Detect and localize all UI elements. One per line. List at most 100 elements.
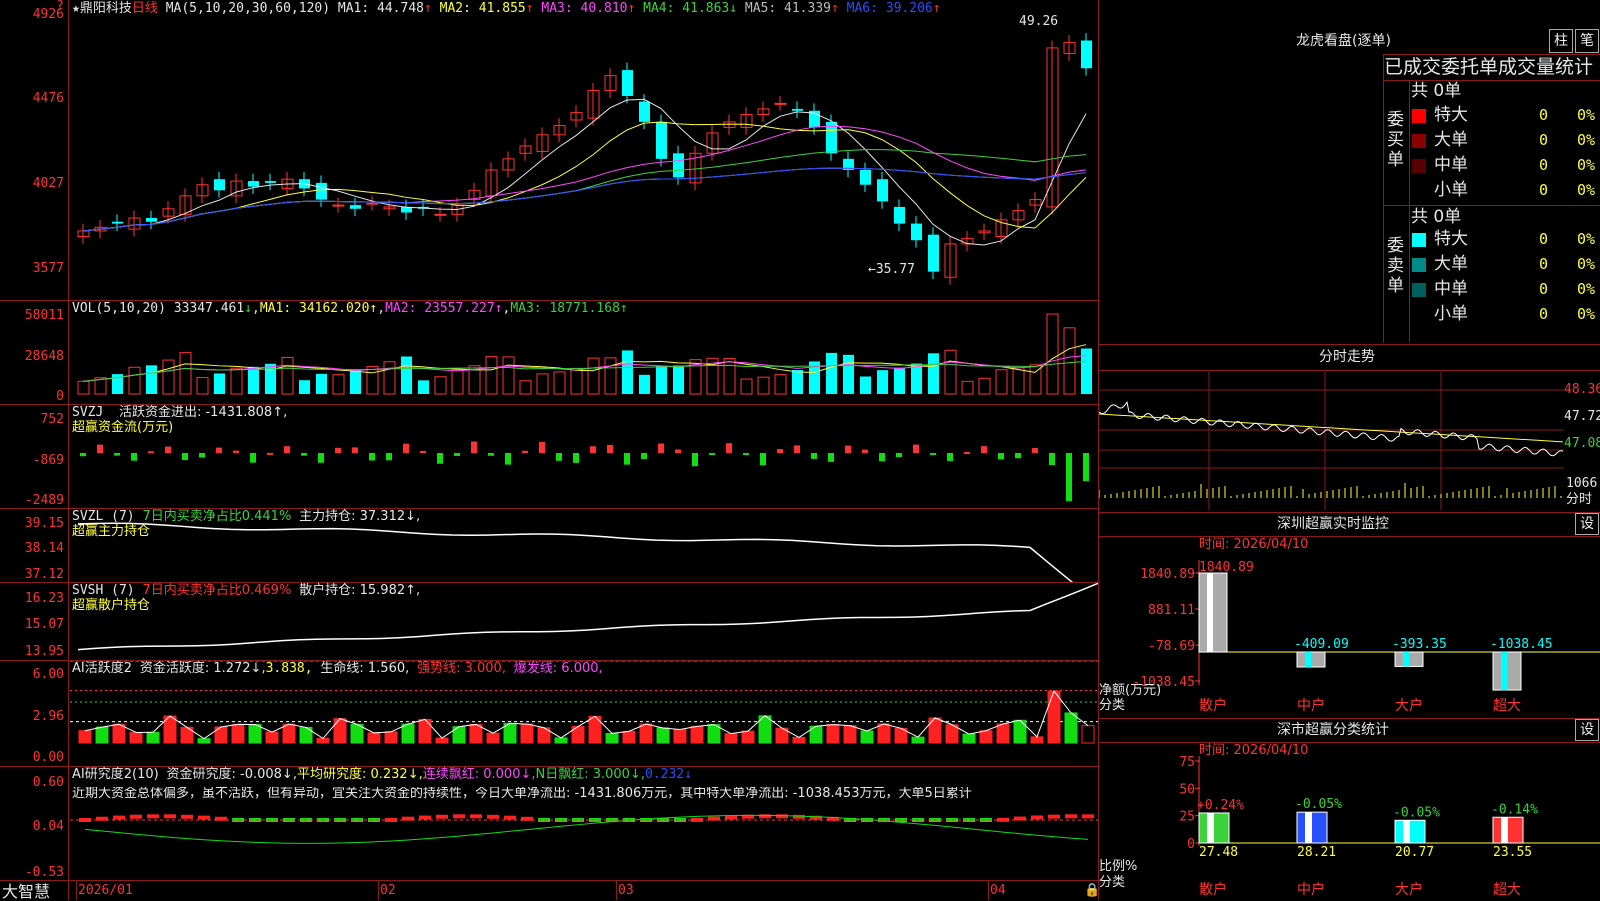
research-bar bbox=[181, 814, 193, 819]
capital-flow-chart[interactable] bbox=[70, 405, 1098, 508]
activity-bar bbox=[129, 731, 143, 744]
activity-bar bbox=[656, 727, 670, 744]
retail-holding-chart[interactable] bbox=[70, 583, 1098, 660]
ma-value: MA3: 40.810 bbox=[533, 1, 628, 16]
x-date-label: 03 bbox=[618, 883, 634, 898]
divider bbox=[1099, 536, 1600, 537]
activity-bar bbox=[486, 732, 500, 744]
net-amount-chart[interactable]: 1840.89 881.11 -78.69 -1038.45 1840.89 -409.0… bbox=[1099, 540, 1600, 715]
flow-bar bbox=[981, 446, 987, 453]
flow-bar bbox=[726, 443, 732, 453]
category-name: 中户 bbox=[1297, 698, 1325, 714]
activity-bar bbox=[690, 725, 704, 744]
flow-bar bbox=[913, 444, 919, 453]
y-tick-label: 6.00 bbox=[32, 667, 64, 682]
flow-bar bbox=[556, 453, 562, 461]
flow-bar bbox=[641, 453, 647, 459]
order-size-label: 大单 bbox=[1434, 254, 1468, 274]
sz-monitor-settings-button[interactable]: 设 bbox=[1575, 513, 1599, 535]
activity-bar bbox=[418, 718, 432, 744]
y-tick-label: 0 bbox=[1187, 837, 1195, 852]
volume-bar bbox=[77, 380, 90, 395]
flow-bar bbox=[454, 453, 460, 456]
settings-icon[interactable]: ? bbox=[56, 0, 64, 14]
order-count: 0 bbox=[1539, 131, 1549, 149]
candle bbox=[622, 70, 633, 96]
star-icon[interactable]: ★ bbox=[72, 1, 80, 16]
y-tick-label: 0 bbox=[56, 389, 64, 404]
legend-swatch bbox=[1412, 134, 1426, 148]
low-price-label: ←35.77 bbox=[868, 262, 915, 277]
volume-bar bbox=[162, 359, 175, 395]
research-bar bbox=[1048, 814, 1060, 819]
activity-bar bbox=[316, 737, 330, 744]
research-bar bbox=[504, 815, 516, 820]
flow-bar bbox=[1066, 453, 1072, 502]
lock-icon[interactable]: 🔒 bbox=[1084, 884, 1100, 898]
y-tick-label: 1840.89 bbox=[1140, 567, 1195, 582]
y-tick-label: 48.36 bbox=[1564, 383, 1600, 397]
volume-bar bbox=[1046, 313, 1059, 395]
order-pct: 0% bbox=[1577, 280, 1596, 298]
flow-bar bbox=[658, 443, 664, 453]
volume-bar bbox=[570, 367, 583, 395]
divider bbox=[1409, 80, 1410, 342]
volume-bar bbox=[774, 374, 787, 395]
volume-bar bbox=[451, 369, 464, 395]
flow-bar bbox=[896, 453, 902, 458]
activity-chart[interactable] bbox=[70, 661, 1098, 766]
sz-class-settings-button[interactable]: 设 bbox=[1575, 719, 1599, 741]
volume-bar bbox=[740, 378, 753, 395]
research-bar bbox=[453, 814, 465, 819]
ma-line bbox=[82, 125, 1087, 232]
category-name: 超大 bbox=[1493, 882, 1521, 898]
activity-bar bbox=[622, 730, 636, 744]
kline-chart[interactable] bbox=[70, 18, 1098, 298]
volume-bar bbox=[214, 373, 225, 394]
bar-mode-button[interactable]: 柱 bbox=[1549, 29, 1573, 53]
volume-bar bbox=[723, 358, 736, 395]
net-amount-bar-highlight bbox=[1207, 573, 1213, 653]
y-tick-label: 39.15 bbox=[24, 516, 64, 531]
flow-bar bbox=[743, 453, 749, 455]
research-bar bbox=[793, 814, 805, 819]
volume-chart[interactable] bbox=[70, 310, 1098, 404]
volume-bar bbox=[622, 350, 633, 394]
sz-monitor-title: 深圳超赢实时监控 bbox=[1277, 516, 1389, 532]
flow-bar bbox=[539, 441, 545, 453]
ratio-value-label: 20.77 bbox=[1395, 845, 1434, 860]
high-price-label: 49.26 bbox=[1019, 14, 1059, 29]
activity-bar bbox=[231, 723, 245, 744]
flow-bar bbox=[811, 453, 817, 459]
flow-bar bbox=[845, 445, 851, 453]
order-size-label: 大单 bbox=[1434, 130, 1468, 150]
ratio-chart[interactable]: 75 50 25 0 +0.24% 27.48 -0.05% 28.21 -0.05% 20.77… bbox=[1099, 746, 1600, 900]
brand-logo: 大智慧 bbox=[2, 882, 51, 901]
research-chart[interactable] bbox=[70, 767, 1098, 880]
volume-bar bbox=[366, 365, 379, 395]
ratio-change-label: -0.05% bbox=[1295, 797, 1342, 812]
activity-bar bbox=[639, 723, 653, 744]
activity-bar bbox=[1064, 712, 1078, 744]
intraday-chart[interactable] bbox=[1099, 372, 1564, 510]
net-amount-unit: 净额(万元) bbox=[1099, 683, 1162, 698]
activity-bar bbox=[78, 730, 92, 744]
price-line bbox=[1099, 401, 1564, 457]
flow-bar bbox=[930, 453, 936, 455]
research-bar bbox=[487, 814, 499, 819]
y-tick-label: 16.23 bbox=[24, 591, 64, 606]
flow-bar bbox=[505, 453, 511, 465]
y-tick-label: 0.00 bbox=[32, 750, 64, 765]
bar-value-label: -1038.45 bbox=[1490, 637, 1553, 652]
flow-bar bbox=[403, 443, 409, 453]
pen-mode-button[interactable]: 笔 bbox=[1575, 29, 1599, 53]
holding-line bbox=[77, 583, 1098, 651]
flow-bar bbox=[131, 453, 137, 461]
y-axis-line bbox=[68, 0, 69, 900]
order-size-label: 特大 bbox=[1434, 229, 1468, 249]
main-holding-chart[interactable] bbox=[70, 509, 1098, 582]
chart-area[interactable]: ★鼎阳科技日线 MA(5,10,20,30,60,120) MA1: 44.74… bbox=[0, 0, 1100, 900]
ratio-change-label: -0.05% bbox=[1393, 805, 1440, 820]
research-bar bbox=[164, 814, 176, 819]
divider bbox=[1099, 344, 1600, 345]
